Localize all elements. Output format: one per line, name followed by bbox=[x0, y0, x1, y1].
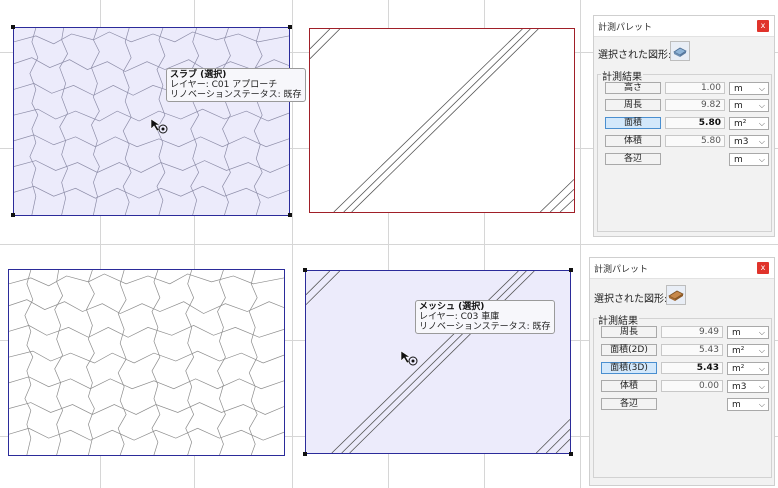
unit-value: m bbox=[732, 328, 741, 338]
group-title: 計測結果 bbox=[597, 312, 639, 327]
chevron-down-icon: ⌵ bbox=[758, 328, 765, 337]
selection-handle[interactable] bbox=[11, 213, 15, 217]
chevron-down-icon: ⌵ bbox=[758, 155, 765, 164]
slab-icon bbox=[673, 47, 687, 57]
chevron-down-icon: ⌵ bbox=[758, 101, 765, 110]
tooltip-title: スラブ (選択) bbox=[170, 70, 227, 80]
slab-tooltip: スラブ (選択) レイヤー: C01 アプローチ リノベーションステータス: 既… bbox=[166, 68, 306, 102]
measure-value: 9.82 bbox=[665, 99, 725, 111]
selection-handle[interactable] bbox=[288, 25, 292, 29]
chevron-down-icon: ⌵ bbox=[758, 382, 765, 391]
chevron-down-icon: ⌵ bbox=[758, 137, 765, 146]
slab-shape[interactable] bbox=[8, 269, 285, 456]
mesh-shape-selected[interactable] bbox=[305, 270, 571, 454]
unit-select[interactable]: m² ⌵ bbox=[727, 344, 769, 357]
selected-shape-label: 選択された図形: bbox=[594, 294, 668, 305]
cursor-icon bbox=[150, 118, 170, 139]
cursor-icon bbox=[400, 350, 420, 371]
measure-label[interactable]: 体積 bbox=[605, 135, 661, 147]
measure-label[interactable]: 面積(3D) bbox=[601, 362, 657, 374]
unit-value: m bbox=[734, 155, 743, 165]
tooltip-layer: レイヤー: C03 車庫 bbox=[419, 312, 500, 322]
selection-handle[interactable] bbox=[303, 268, 307, 272]
unit-value: m² bbox=[732, 346, 745, 356]
selected-shape-label: 選択された図形: bbox=[598, 50, 672, 61]
tooltip-status: リノベーションステータス: 既存 bbox=[170, 90, 302, 100]
measure-label[interactable]: 体積 bbox=[601, 380, 657, 392]
hatch-pattern bbox=[310, 29, 574, 212]
palette-title: 計測パレット bbox=[598, 23, 653, 33]
tooltip-title: メッシュ (選択) bbox=[419, 302, 485, 312]
unit-value: m bbox=[734, 84, 743, 94]
close-button[interactable]: x bbox=[757, 262, 769, 274]
measure-value: 0.00 bbox=[661, 380, 723, 392]
hatched-shape[interactable] bbox=[309, 28, 575, 213]
unit-select[interactable]: m3 ⌵ bbox=[729, 135, 769, 148]
mesh-icon bbox=[668, 290, 684, 301]
measure-palette-top: 計測パレット x 選択された図形: 計測結果 高さ 1.00 m ⌵ 周長 9.8… bbox=[593, 15, 775, 237]
measure-label[interactable]: 高さ bbox=[605, 82, 661, 94]
measure-value: 5.43 bbox=[661, 344, 723, 356]
group-title: 計測結果 bbox=[601, 68, 643, 83]
measure-value: 5.80 bbox=[665, 135, 725, 147]
selection-handle[interactable] bbox=[11, 25, 15, 29]
unit-value: m3 bbox=[732, 382, 747, 392]
stone-pattern bbox=[9, 270, 284, 455]
chevron-down-icon: ⌵ bbox=[758, 400, 765, 409]
unit-select[interactable]: m² ⌵ bbox=[727, 362, 769, 375]
chevron-down-icon: ⌵ bbox=[758, 84, 765, 93]
palette-header[interactable]: 計測パレット x bbox=[590, 258, 774, 279]
drawing-canvas[interactable]: スラブ (選択) レイヤー: C01 アプローチ リノベーションステータス: 既… bbox=[0, 0, 778, 488]
measure-value: 1.00 bbox=[665, 82, 725, 94]
unit-value: m² bbox=[734, 119, 747, 129]
measure-palette-bottom: 計測パレット x 選択された図形: 計測結果 周長 9.49 m ⌵ 面積(2D)… bbox=[589, 257, 775, 486]
tooltip-status: リノベーションステータス: 既存 bbox=[419, 322, 551, 332]
hatch-pattern bbox=[306, 271, 570, 453]
measure-value: 5.80 bbox=[665, 117, 725, 129]
selection-handle[interactable] bbox=[288, 213, 292, 217]
unit-value: m3 bbox=[734, 137, 749, 147]
unit-value: m bbox=[734, 101, 743, 111]
chevron-down-icon: ⌵ bbox=[758, 364, 765, 373]
measure-label[interactable]: 周長 bbox=[601, 326, 657, 338]
selection-handle[interactable] bbox=[303, 452, 307, 456]
palette-title: 計測パレット bbox=[594, 265, 649, 275]
selected-shape-button[interactable] bbox=[666, 285, 686, 305]
measure-results-group: 計測結果 周長 9.49 m ⌵ 面積(2D) 5.43 m² ⌵ 面積(3D) 5… bbox=[593, 312, 772, 478]
unit-select[interactable]: m² ⌵ bbox=[729, 117, 769, 130]
measure-results-group: 計測結果 高さ 1.00 m ⌵ 周長 9.82 m ⌵ 面積 5.80 m² ⌵ 体… bbox=[597, 68, 772, 232]
measure-label[interactable]: 周長 bbox=[605, 99, 661, 111]
grid-line bbox=[0, 244, 778, 245]
unit-select[interactable]: m ⌵ bbox=[727, 398, 769, 411]
measure-label[interactable]: 面積 bbox=[605, 117, 661, 129]
unit-select[interactable]: m ⌵ bbox=[729, 82, 769, 95]
selection-handle[interactable] bbox=[569, 452, 573, 456]
measure-label[interactable]: 各辺 bbox=[601, 398, 657, 410]
unit-value: m bbox=[732, 400, 741, 410]
close-button[interactable]: x bbox=[757, 20, 769, 32]
measure-label[interactable]: 面積(2D) bbox=[601, 344, 657, 356]
selected-shape-button[interactable] bbox=[670, 41, 690, 61]
unit-select[interactable]: m ⌵ bbox=[727, 326, 769, 339]
chevron-down-icon: ⌵ bbox=[758, 119, 765, 128]
selection-handle[interactable] bbox=[569, 268, 573, 272]
measure-value: 5.43 bbox=[661, 362, 723, 374]
unit-value: m² bbox=[732, 364, 745, 374]
tooltip-layer: レイヤー: C01 アプローチ bbox=[170, 80, 278, 90]
chevron-down-icon: ⌵ bbox=[758, 346, 765, 355]
measure-label[interactable]: 各辺 bbox=[605, 153, 661, 165]
mesh-tooltip: メッシュ (選択) レイヤー: C03 車庫 リノベーションステータス: 既存 bbox=[415, 300, 555, 334]
measure-value: 9.49 bbox=[661, 326, 723, 338]
unit-select[interactable]: m ⌵ bbox=[729, 99, 769, 112]
unit-select[interactable]: m3 ⌵ bbox=[727, 380, 769, 393]
palette-header[interactable]: 計測パレット x bbox=[594, 16, 774, 37]
unit-select[interactable]: m ⌵ bbox=[729, 153, 769, 166]
